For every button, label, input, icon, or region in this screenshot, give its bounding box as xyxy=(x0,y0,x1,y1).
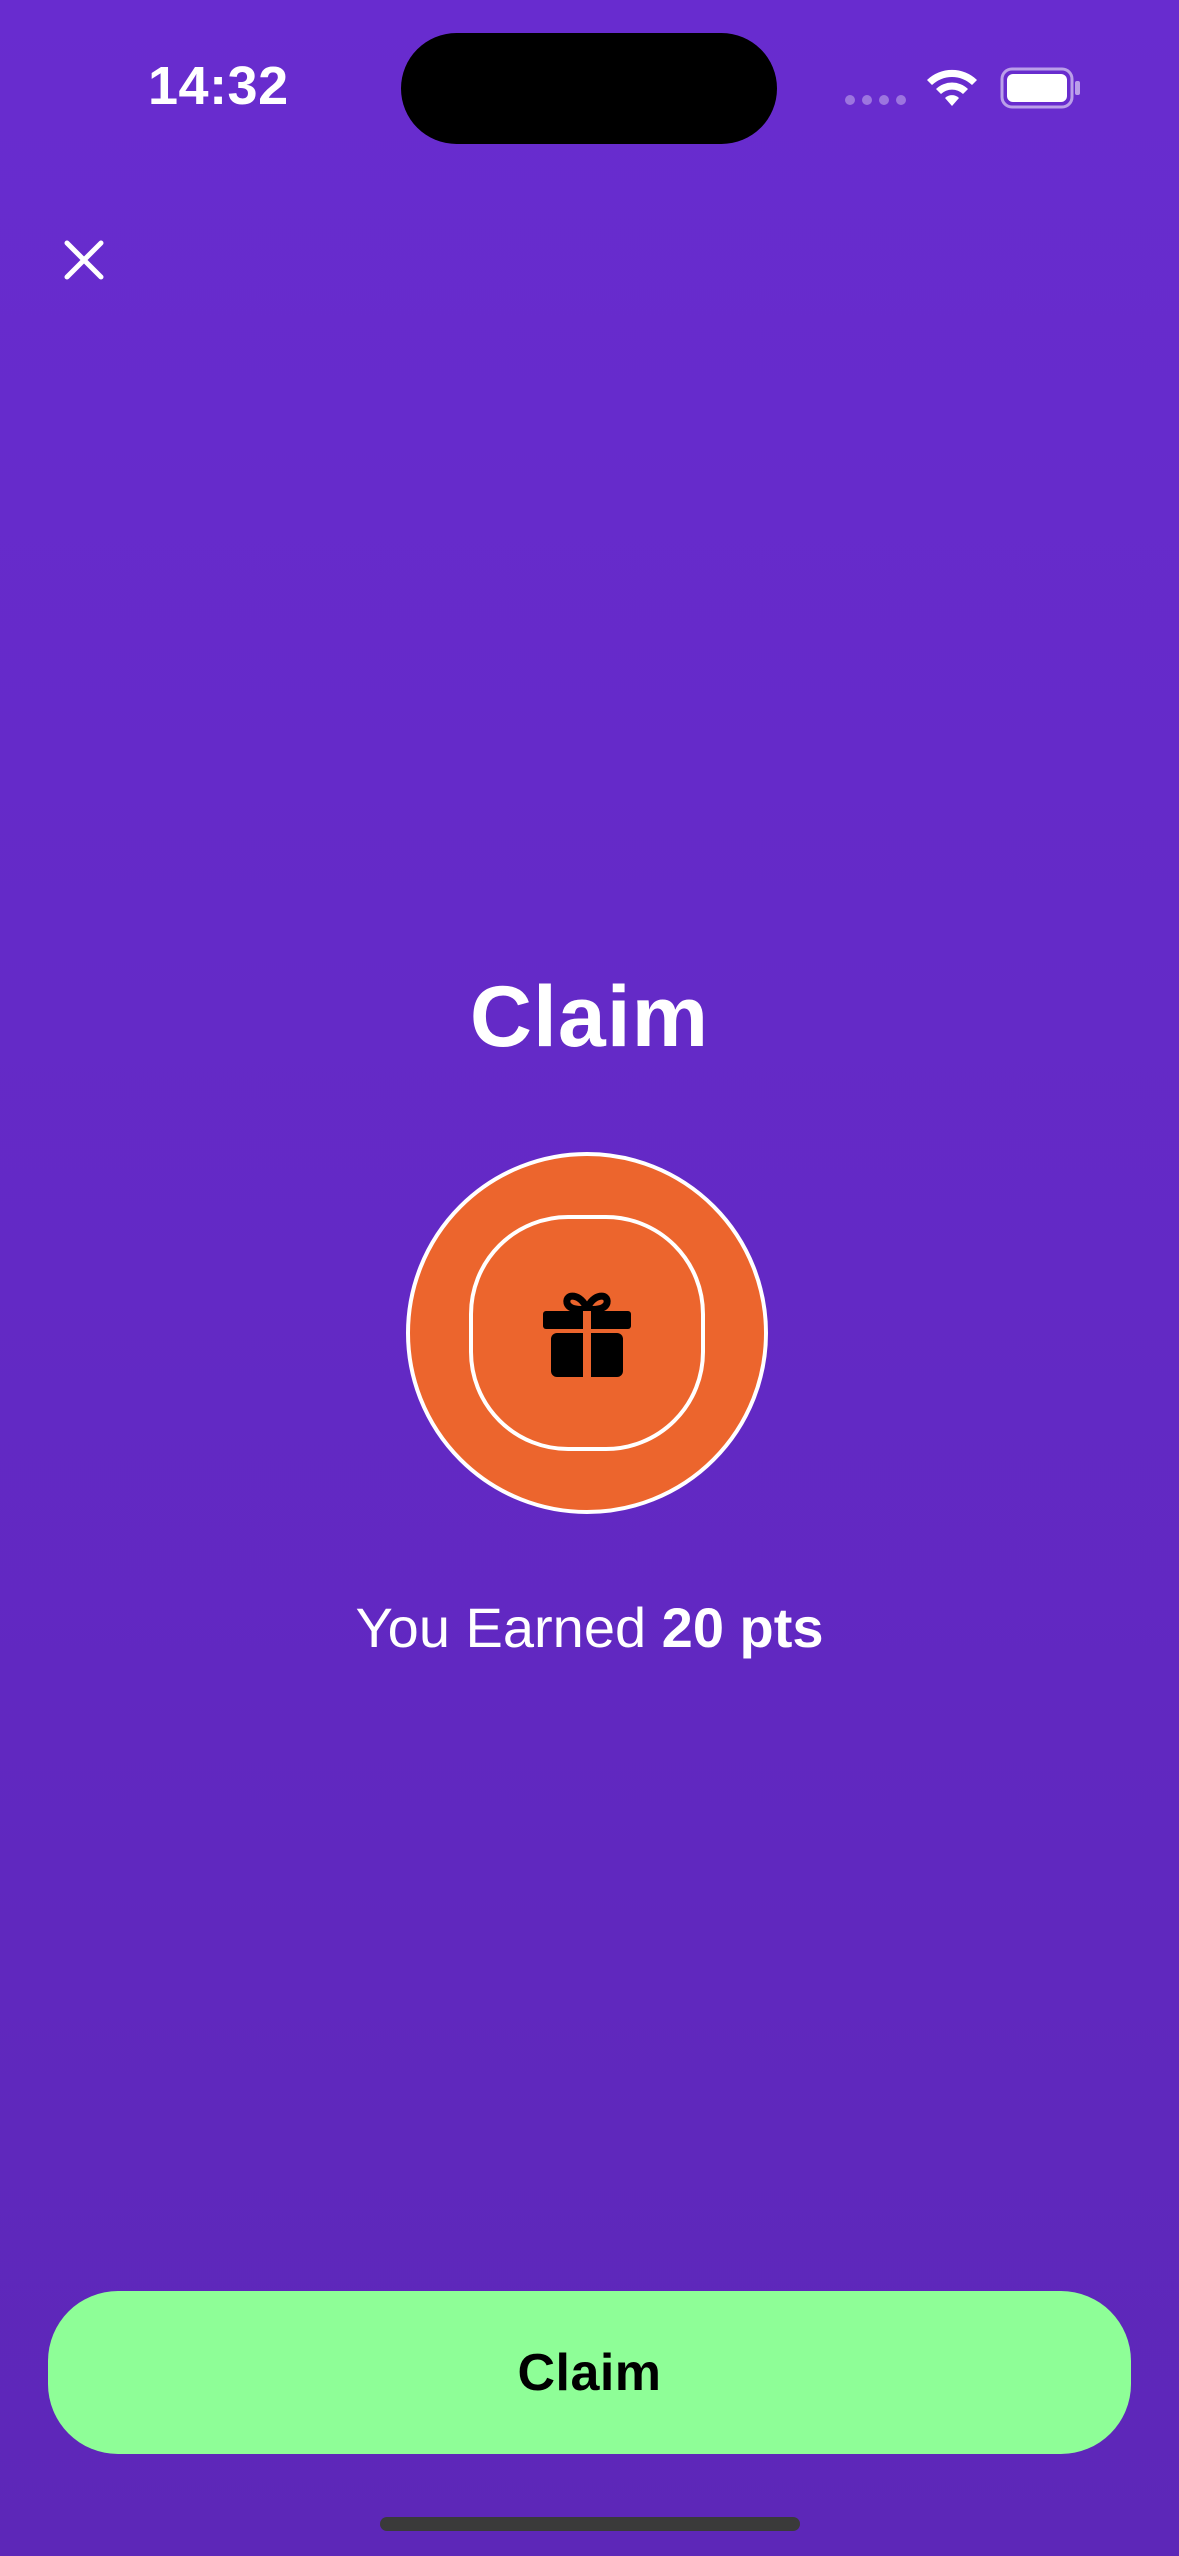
status-time: 14:32 xyxy=(148,56,289,116)
claim-button[interactable]: Claim xyxy=(48,2291,1131,2454)
close-icon xyxy=(64,240,104,280)
battery-icon xyxy=(1000,67,1080,109)
wifi-icon xyxy=(927,69,977,106)
home-indicator[interactable] xyxy=(380,2517,800,2531)
close-button[interactable] xyxy=(54,230,114,290)
status-bar: 14:32 xyxy=(0,0,1179,170)
page-title: Claim xyxy=(469,969,710,1065)
reward-badge-inner xyxy=(469,1215,705,1451)
dynamic-island xyxy=(401,33,777,144)
earned-prefix: You Earned xyxy=(355,1596,647,1659)
signal-dots-icon xyxy=(845,95,906,105)
earned-text: You Earned 20 pts xyxy=(0,1595,1179,1660)
gift-icon xyxy=(543,1292,631,1377)
reward-badge xyxy=(406,1152,768,1514)
earned-points: 20 pts xyxy=(661,1596,824,1659)
